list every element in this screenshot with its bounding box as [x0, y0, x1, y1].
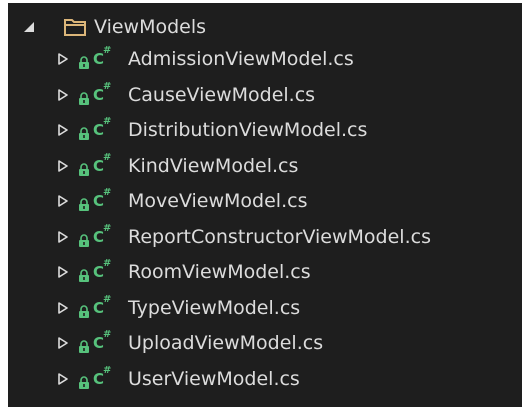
file-label: TypeViewModel.cs — [128, 296, 301, 319]
file-label: CauseViewModel.cs — [128, 83, 316, 106]
collapsed-triangle-icon[interactable] — [56, 159, 70, 173]
file-node[interactable]: C# CauseViewModel.cs — [8, 79, 522, 111]
file-label: UploadViewModel.cs — [128, 332, 324, 354]
file-node[interactable]: C# UploadViewModel.cs — [8, 327, 522, 359]
file-label: RoomViewModel.cs — [128, 261, 311, 283]
file-node[interactable]: C# AdmissionViewModel.cs — [8, 43, 522, 75]
csharp-file-icon: C# — [93, 151, 111, 175]
lock-icon — [78, 53, 90, 69]
folder-icon — [64, 18, 86, 36]
lock-icon — [78, 89, 90, 105]
file-label: MoveViewModel.cs — [128, 190, 308, 212]
csharp-file-icon: C# — [93, 364, 111, 388]
csharp-file-icon: C# — [93, 187, 111, 210]
file-label: ReportConstructorViewModel.cs — [128, 225, 431, 248]
file-label: AdmissionViewModel.cs — [128, 48, 354, 70]
solution-explorer-panel: ViewModels C# AdmissionViewModel.cs C# Caus… — [8, 3, 522, 407]
collapsed-triangle-icon[interactable] — [56, 230, 70, 244]
csharp-file-icon: C# — [93, 45, 111, 68]
collapsed-triangle-icon[interactable] — [56, 301, 70, 315]
file-node[interactable]: C# ReportConstructorViewModel.cs — [8, 221, 522, 253]
csharp-file-icon: C# — [93, 293, 111, 317]
collapsed-triangle-icon[interactable] — [56, 372, 70, 386]
folder-node-viewmodels[interactable]: ViewModels — [8, 11, 522, 43]
collapsed-triangle-icon[interactable] — [56, 52, 70, 66]
lock-icon — [78, 266, 90, 282]
collapsed-triangle-icon[interactable] — [56, 88, 70, 102]
csharp-file-icon: C# — [93, 116, 111, 139]
file-node[interactable]: C# KindViewModel.cs — [8, 150, 522, 182]
lock-icon — [78, 124, 90, 140]
csharp-file-icon: C# — [93, 80, 111, 104]
lock-icon — [78, 373, 90, 389]
lock-icon — [78, 337, 90, 353]
csharp-file-icon: C# — [93, 222, 111, 246]
file-node[interactable]: C# MoveViewModel.cs — [8, 185, 522, 217]
file-label: UserViewModel.cs — [128, 367, 300, 390]
folder-label: ViewModels — [94, 16, 207, 38]
collapsed-triangle-icon[interactable] — [56, 265, 70, 279]
collapsed-triangle-icon[interactable] — [56, 194, 70, 208]
file-node[interactable]: C# UserViewModel.cs — [8, 363, 522, 395]
file-label: KindViewModel.cs — [128, 154, 299, 177]
lock-icon — [78, 302, 90, 318]
lock-icon — [78, 160, 90, 176]
csharp-file-icon: C# — [93, 258, 111, 281]
expanded-triangle-icon[interactable] — [22, 20, 36, 34]
collapsed-triangle-icon[interactable] — [56, 336, 70, 350]
file-node[interactable]: C# RoomViewModel.cs — [8, 256, 522, 288]
csharp-file-icon: C# — [93, 329, 111, 352]
lock-icon — [78, 231, 90, 247]
lock-icon — [78, 195, 90, 211]
file-node[interactable]: C# TypeViewModel.cs — [8, 292, 522, 324]
collapsed-triangle-icon[interactable] — [56, 123, 70, 137]
file-label: DistributionViewModel.cs — [128, 119, 368, 141]
file-node[interactable]: C# DistributionViewModel.cs — [8, 114, 522, 146]
